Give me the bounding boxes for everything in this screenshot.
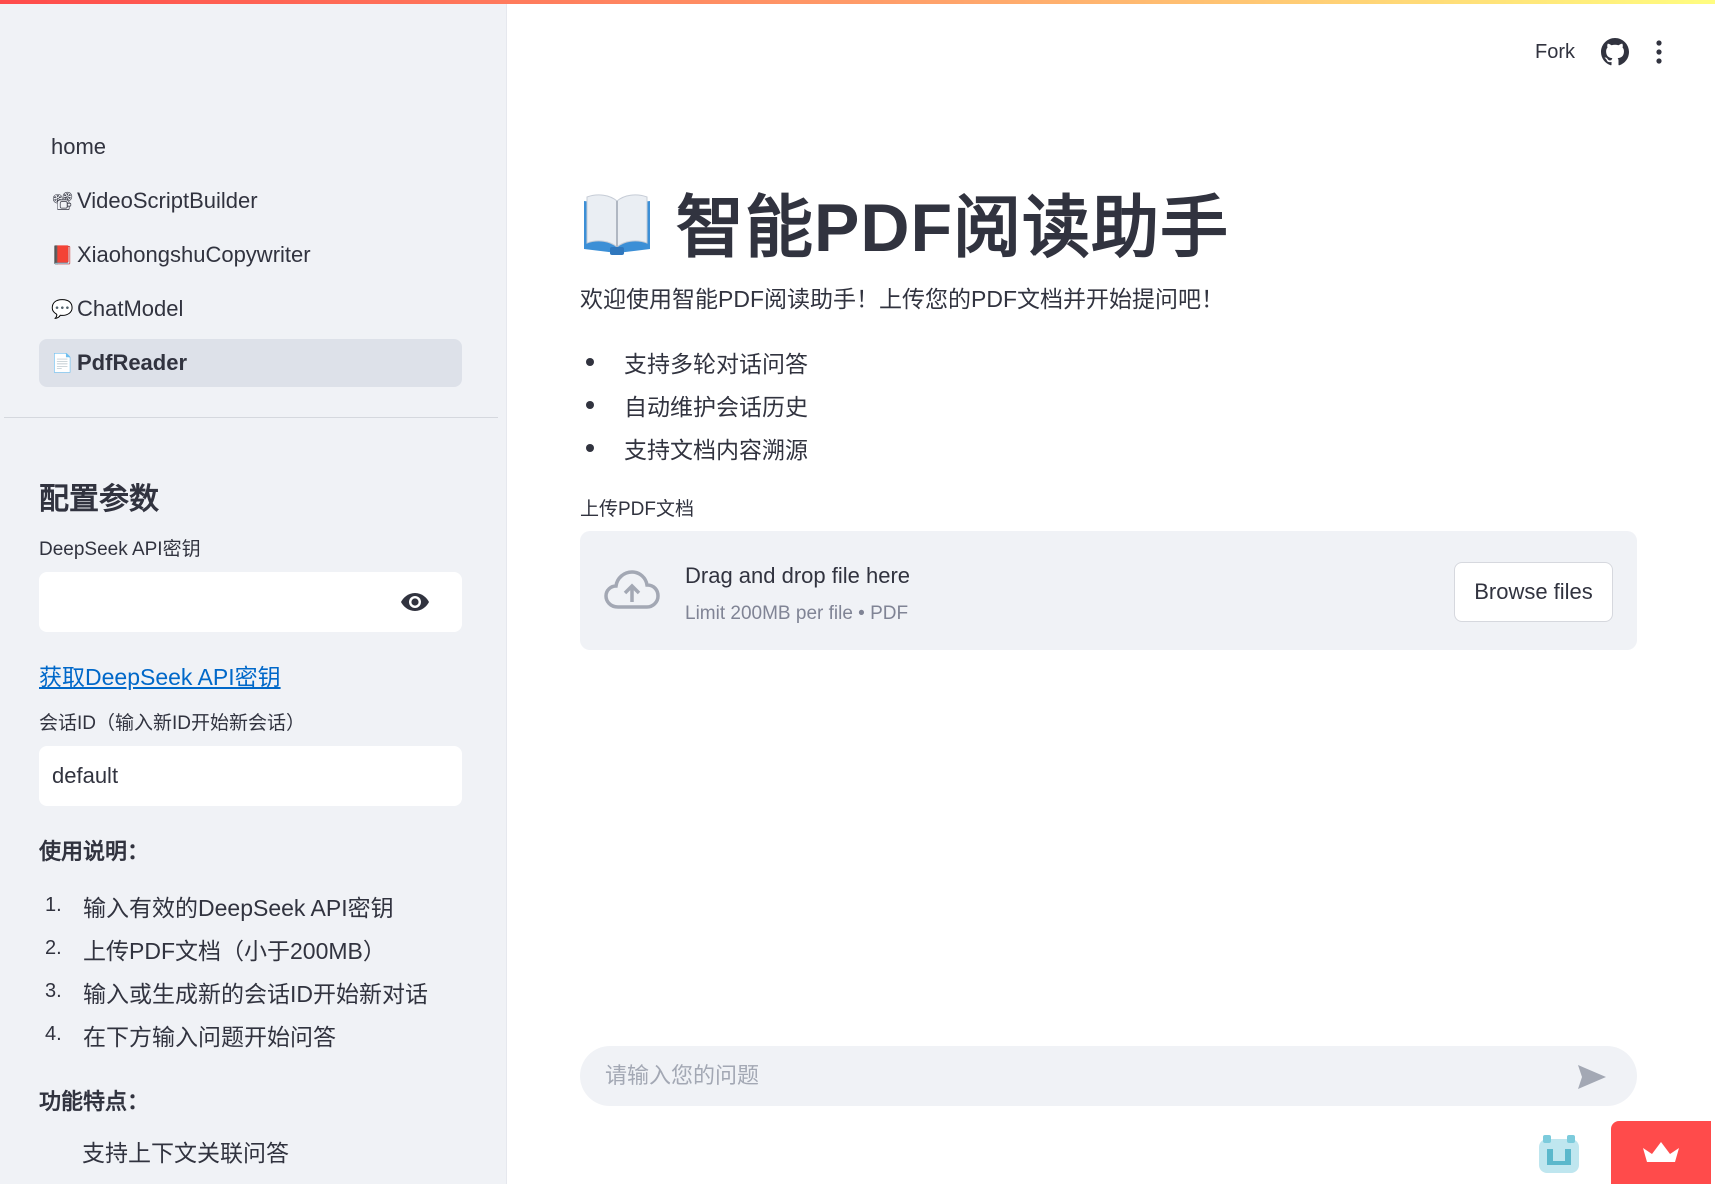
features-title: 功能特点： [39,1089,150,1114]
usage-step-text: 输入有效的DeepSeek API密钥 [83,894,394,921]
sidebar-nav: home 📽 VideoScriptBuilder 📕 XiaohongshuC… [39,123,462,393]
header-actions: Fork [1535,38,1663,66]
sidebar-item-label: PdfReader [77,350,188,375]
github-icon[interactable] [1601,38,1629,66]
sidebar-item-xiaohongshucopywriter[interactable]: 📕 XiaohongshuCopywriter [39,231,462,279]
dropzone-limit: Limit 200MB per file • PDF [685,603,909,624]
sidebar-item-videoscriptbuilder[interactable]: 📽 VideoScriptBuilder [39,177,462,225]
feature-item-partial: 支持上下文关联问答 [82,1140,289,1166]
api-key-input[interactable] [39,572,462,632]
bullet-dot [586,443,594,452]
fork-button[interactable]: Fork [1535,41,1575,64]
list-item: 2. 上传PDF文档（小于200MB） [39,927,462,970]
sidebar-item-pdfreader[interactable]: 📄 PdfReader [39,339,462,387]
usage-steps-list: 1. 输入有效的DeepSeek API密钥 2. 上传PDF文档（小于200MB）… [39,884,462,1056]
list-number: 2. [45,937,62,959]
upload-label: 上传PDF文档 [580,499,695,520]
usage-step-text: 输入或生成新的会话ID开始新对话 [83,980,428,1007]
bullet-dot [586,400,594,409]
api-key-link[interactable]: 获取DeepSeek API密钥 [39,658,281,690]
usage-step-text: 上传PDF文档（小于200MB） [83,937,386,964]
feature-text: 支持多轮对话问答 [624,350,808,377]
chat-input-bar [580,1046,1637,1106]
film-projector-icon: 📽 [51,190,74,211]
session-id-value: default [52,763,119,788]
session-id-label: 会话ID（输入新ID开始新会话） [39,713,306,734]
sidebar-item-label: ChatModel [77,296,184,321]
file-dropzone[interactable]: Drag and drop file here Limit 200MB per … [580,531,1637,650]
mascot-icon[interactable] [1535,1131,1583,1179]
sidebar-item-label: XiaohongshuCopywriter [77,242,311,267]
config-title: 配置参数 [39,483,159,516]
eye-icon[interactable] [400,591,430,613]
page-icon: 📄 [51,352,74,373]
api-key-label: DeepSeek API密钥 [39,539,201,560]
send-icon[interactable] [1577,1064,1607,1090]
session-id-input[interactable]: default [39,746,462,806]
list-item: 自动维护会话历史 [580,383,808,426]
kebab-menu-icon[interactable] [1655,40,1663,64]
streamlit-badge[interactable] [1611,1121,1711,1184]
list-item: 3. 输入或生成新的会话ID开始新对话 [39,970,462,1013]
dropzone-title: Drag and drop file here [685,563,911,588]
list-item: 1. 输入有效的DeepSeek API密钥 [39,884,462,927]
usage-title: 使用说明： [39,839,150,864]
title-row: 智能PDF阅读助手 [580,172,1229,271]
page-title: 智能PDF阅读助手 [676,190,1230,266]
feature-text: 支持文档内容溯源 [624,436,808,463]
red-book-icon: 📕 [51,244,74,265]
chat-input[interactable] [605,1046,1545,1106]
sidebar-item-label: home [51,134,107,159]
list-number: 1. [45,894,62,916]
list-number: 3. [45,980,62,1002]
sidebar-item-label: VideoScriptBuilder [77,188,258,213]
sidebar-divider [4,417,498,418]
sidebar-item-home[interactable]: home [39,123,462,171]
crown-icon [1643,1142,1679,1162]
bullet-dot [586,357,594,366]
cloud-upload-icon [604,570,660,609]
top-decoration-bar [0,0,1715,4]
welcome-text: 欢迎使用智能PDF阅读助手！上传您的PDF文档并开始提问吧！ [580,286,1224,312]
list-item: 支持多轮对话问答 [580,340,808,383]
browse-files-button[interactable]: Browse files [1454,562,1613,622]
open-book-icon [584,193,650,255]
sidebar: home 📽 VideoScriptBuilder 📕 XiaohongshuC… [0,0,507,1184]
list-item: 4. 在下方输入问题开始问答 [39,1013,462,1056]
sidebar-item-chatmodel[interactable]: 💬 ChatModel [39,285,462,333]
feature-text: 自动维护会话历史 [624,393,808,420]
sidebar-config: 配置参数 DeepSeek API密钥 获取DeepSeek API密钥 会话I… [39,474,462,1166]
list-item: 支持文档内容溯源 [580,426,808,469]
list-number: 4. [45,1023,62,1045]
usage-step-text: 在下方输入问题开始问答 [83,1023,336,1050]
speech-bubble-icon: 💬 [51,298,74,319]
feature-list: 支持多轮对话问答 自动维护会话历史 支持文档内容溯源 [580,340,808,469]
